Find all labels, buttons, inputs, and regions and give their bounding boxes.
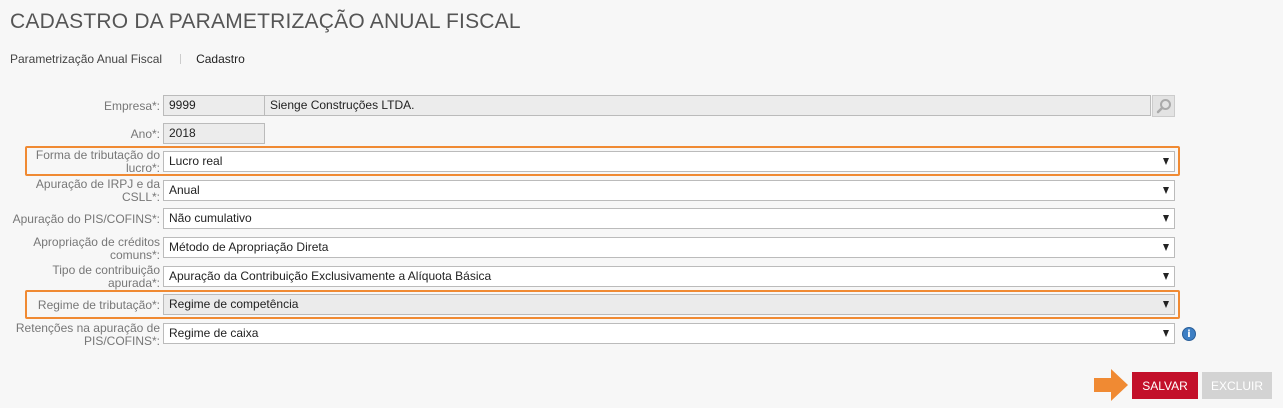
apropriacao-creditos-select[interactable]: Método de Apropriação Direta [163,237,1175,258]
retencoes-label: Retenções na apuração de PIS/COFINS*: [16,322,160,348]
apuracao-irpj-label: Apuração de IRPJ e da CSLL*: [36,178,160,204]
apuracao-pis-value: Não cumulativo [169,211,252,225]
forma-tributacao-select[interactable]: Lucro real [163,151,1175,172]
regime-tributacao-label: Regime de tributação*: [37,298,160,312]
empresa-code-field: 9999 [163,95,265,116]
retencoes-select[interactable]: Regime de caixa [163,323,1175,344]
apuracao-pis-label: Apuração do PIS/COFINS*: [12,212,160,226]
chevron-down-icon [1163,187,1169,194]
breadcrumb-separator [180,54,182,64]
tipo-contribuicao-label: Tipo de contribuição apurada*: [52,264,160,290]
retencoes-value: Regime de caixa [169,326,259,340]
apuracao-irpj-label-line2: CSLL*: [121,190,160,204]
chevron-down-icon [1163,330,1169,337]
empresa-search-button[interactable] [1152,95,1175,117]
forma-tributacao-label-line2: lucro*: [125,161,160,175]
retencoes-label-line2: PIS/COFINS*: [83,334,160,348]
breadcrumb: Parametrização Anual Fiscal Cadastro [10,52,245,66]
search-icon [1156,99,1171,114]
ano-field: 2018 [163,123,265,144]
apropriacao-creditos-label-line2: comuns*: [109,248,160,262]
chevron-down-icon [1163,158,1169,165]
arrow-right-icon [1094,369,1128,401]
tipo-contribuicao-select[interactable]: Apuração da Contribuição Exclusivamente … [163,266,1175,287]
info-icon[interactable]: i [1182,327,1196,341]
breadcrumb-current: Cadastro [196,52,245,66]
chevron-down-icon [1163,244,1169,251]
empresa-label: Empresa*: [103,99,160,113]
tipo-contribuicao-value: Apuração da Contribuição Exclusivamente … [169,269,492,283]
forma-tributacao-value: Lucro real [169,154,223,168]
chevron-down-icon [1163,301,1169,308]
save-button[interactable]: SALVAR [1132,372,1198,399]
forma-tributacao-label: Forma de tributação do lucro*: [36,149,160,175]
tipo-contribuicao-label-line2: apurada*: [107,276,160,290]
page-title: CADASTRO DA PARAMETRIZAÇÃO ANUAL FISCAL [10,10,521,33]
apuracao-irpj-value: Anual [169,183,200,197]
apropriacao-creditos-value: Método de Apropriação Direta [169,240,329,254]
apropriacao-creditos-label: Apropriação de créditos comuns*: [33,236,160,262]
ano-label: Ano*: [130,127,160,141]
chevron-down-icon [1163,273,1169,280]
empresa-name-field: Sienge Construções LTDA. [264,95,1151,116]
apuracao-pis-select[interactable]: Não cumulativo [163,208,1175,229]
delete-button[interactable]: EXCLUIR [1202,372,1272,399]
chevron-down-icon [1163,215,1169,222]
breadcrumb-parent-link[interactable]: Parametrização Anual Fiscal [10,52,162,66]
apuracao-irpj-select[interactable]: Anual [163,180,1175,201]
regime-tributacao-value: Regime de competência [169,297,299,311]
regime-tributacao-select[interactable]: Regime de competência [163,294,1175,315]
